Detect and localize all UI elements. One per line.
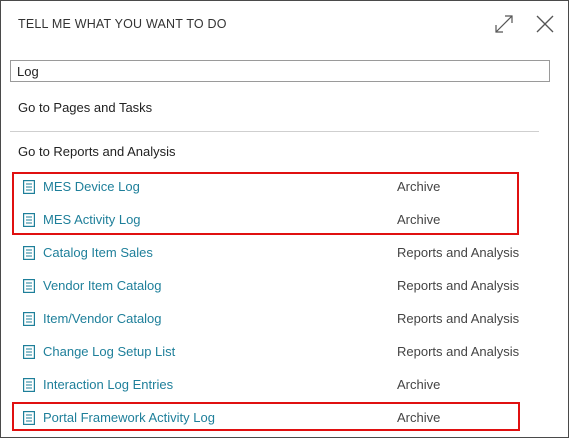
result-category: Archive <box>397 410 441 425</box>
result-name[interactable]: MES Device Log <box>43 179 140 194</box>
result-category: Reports and Analysis <box>397 278 520 293</box>
dialog-title: TELL ME WHAT YOU WANT TO DO <box>18 17 227 31</box>
result-row[interactable]: Portal Framework Activity Log Archive <box>1 402 568 435</box>
search-input[interactable] <box>10 60 550 82</box>
document-icon <box>23 378 35 392</box>
tell-me-dialog: TELL ME WHAT YOU WANT TO DO Go to Pages … <box>0 0 569 438</box>
result-row[interactable]: Item/Vendor Catalog Reports and Analysis <box>1 303 568 336</box>
result-row[interactable]: Change Log Setup List Reports and Analys… <box>1 336 568 369</box>
document-icon <box>23 180 35 194</box>
result-name[interactable]: Interaction Log Entries <box>43 377 173 392</box>
document-icon <box>23 246 35 260</box>
result-row[interactable]: MES Activity Log Archive <box>1 204 568 237</box>
result-category: Reports and Analysis <box>397 311 520 326</box>
document-icon <box>23 279 35 293</box>
document-icon <box>23 411 35 425</box>
result-row[interactable]: Vendor Item Catalog Reports and Analysis <box>1 270 568 303</box>
result-name[interactable]: Catalog Item Sales <box>43 245 153 260</box>
expand-icon[interactable] <box>491 11 517 37</box>
result-name[interactable]: Portal Framework Activity Log <box>43 410 215 425</box>
result-category: Archive <box>397 212 441 227</box>
result-name[interactable]: Vendor Item Catalog <box>43 278 162 293</box>
group-pages-and-tasks[interactable]: Go to Pages and Tasks <box>18 100 152 115</box>
result-name[interactable]: Item/Vendor Catalog <box>43 311 162 326</box>
results-list: MES Device Log Archive MES Activity Log … <box>1 171 568 435</box>
document-icon <box>23 312 35 326</box>
result-category: Reports and Analysis <box>397 344 520 359</box>
result-category: Archive <box>397 179 441 194</box>
result-row[interactable]: Catalog Item Sales Reports and Analysis <box>1 237 568 270</box>
result-name[interactable]: MES Activity Log <box>43 212 141 227</box>
result-name[interactable]: Change Log Setup List <box>43 344 175 359</box>
divider <box>10 131 539 132</box>
result-category: Archive <box>397 377 441 392</box>
group-reports-and-analysis[interactable]: Go to Reports and Analysis <box>18 144 176 159</box>
close-icon[interactable] <box>532 11 558 37</box>
result-row[interactable]: MES Device Log Archive <box>1 171 568 204</box>
document-icon <box>23 345 35 359</box>
result-row[interactable]: Interaction Log Entries Archive <box>1 369 568 402</box>
document-icon <box>23 213 35 227</box>
result-category: Reports and Analysis <box>397 245 520 260</box>
